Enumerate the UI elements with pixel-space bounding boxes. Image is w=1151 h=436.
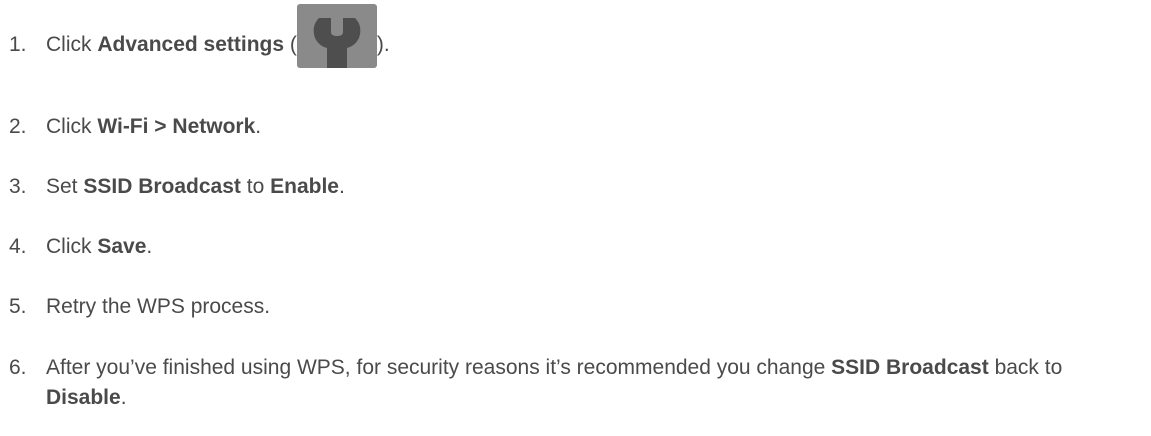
disable-label: Disable	[46, 386, 121, 409]
step-number: 4.	[9, 235, 27, 258]
step-number: 3.	[9, 175, 27, 198]
step-text: Set SSID Broadcast to Enable.	[46, 175, 345, 198]
ssid-broadcast-label: SSID Broadcast	[83, 175, 241, 198]
step-text: Click Save.	[46, 235, 153, 258]
step-number: 1.	[9, 33, 27, 56]
step-text: Retry the WPS process.	[46, 295, 271, 318]
step-number: 6.	[9, 356, 27, 379]
instruction-list: 1. Click Advanced settings ( ). 2. Click…	[0, 0, 1151, 436]
wrench-icon	[296, 4, 377, 69]
step-text: Click Wi-Fi > Network.	[46, 115, 262, 138]
advanced-settings-label: Advanced settings	[97, 33, 285, 56]
save-label: Save	[97, 235, 147, 258]
ssid-broadcast-label: SSID Broadcast	[831, 356, 989, 379]
step-text: After you’ve finished using WPS, for sec…	[46, 356, 1063, 409]
step-text: Click Advanced settings ( ).	[46, 4, 1126, 69]
enable-label: Enable	[270, 175, 339, 198]
step-number: 5.	[9, 295, 27, 318]
step-number: 2.	[9, 115, 27, 138]
wifi-network-label: Wi-Fi > Network	[97, 115, 256, 138]
